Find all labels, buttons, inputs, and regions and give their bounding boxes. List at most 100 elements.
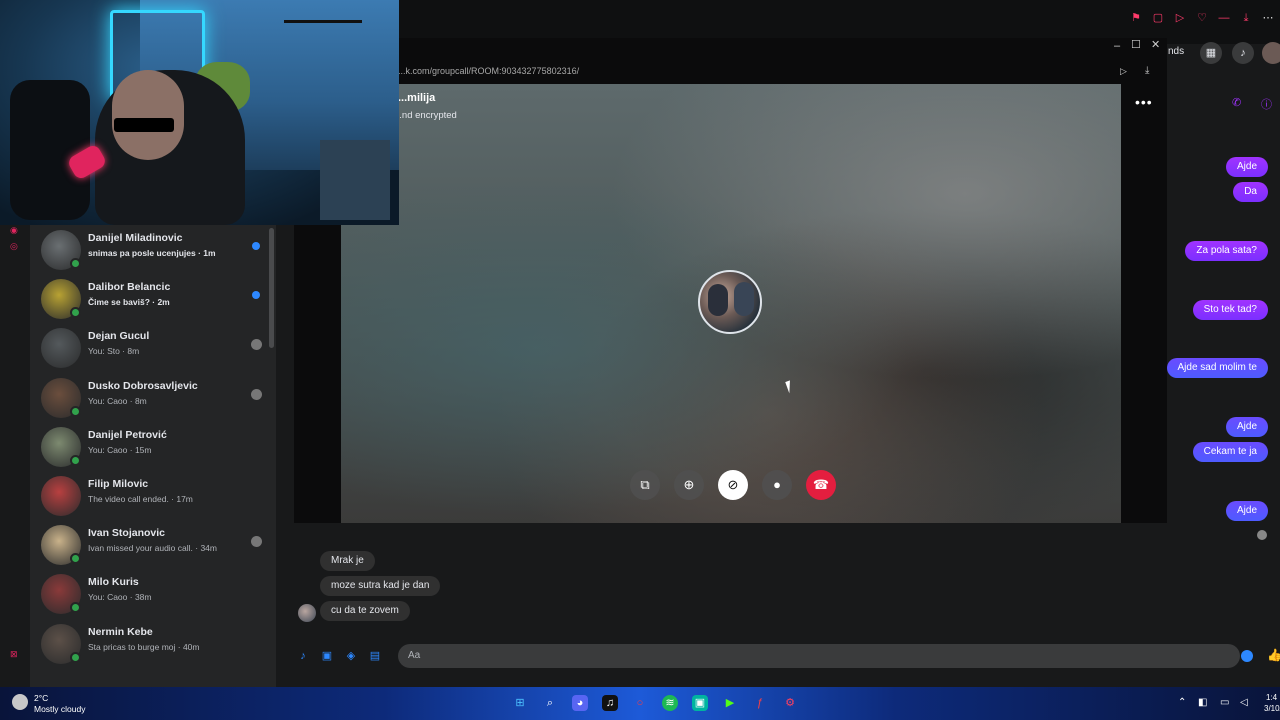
- close-icon[interactable]: ✕: [1151, 38, 1160, 51]
- chat-list-item[interactable]: Danijel Miladinovic snimas pa posle ucenj…: [38, 228, 270, 274]
- info-icon[interactable]: ⓘ: [1261, 96, 1272, 112]
- seen-avatar: [251, 339, 262, 351]
- call-url[interactable]: ...k.com/groupcall/ROOM:903432775802316/: [398, 66, 579, 76]
- clock-time[interactable]: 1:4: [1266, 693, 1277, 702]
- weather-icon[interactable]: [12, 694, 28, 710]
- chat-name: Filip Milovic: [88, 478, 149, 490]
- maximize-icon[interactable]: ☐: [1131, 38, 1141, 51]
- camera-off-button[interactable]: ⊘: [718, 470, 748, 500]
- play-icon[interactable]: ▷: [1174, 12, 1186, 24]
- chat-list-item[interactable]: Dusko Dobrosavljevic You: Caoo · 8m: [38, 376, 270, 422]
- chat-list-item[interactable]: Nermin Kebe Sta pricas to burge moj · 40m: [38, 622, 270, 668]
- app-icon[interactable]: ƒ: [752, 695, 768, 711]
- more-options-icon[interactable]: •••: [1135, 94, 1153, 110]
- outgoing-message: Da: [1233, 182, 1268, 202]
- window-icon[interactable]: ▢: [1152, 12, 1164, 24]
- avatar-figure: [734, 282, 754, 316]
- microphone-button[interactable]: ●: [762, 470, 792, 500]
- online-status-dot: [70, 553, 81, 565]
- message-composer: ♪ ▣ ◈ ▤ Aa 👍: [280, 640, 1280, 672]
- chat-preview: Čime se baviš? · 2m: [88, 297, 170, 308]
- weather-temperature[interactable]: 2°C: [34, 693, 48, 703]
- seen-avatar: [251, 388, 262, 400]
- kick-icon[interactable]: ▶: [722, 695, 738, 711]
- network-icon[interactable]: ◧: [1198, 697, 1207, 708]
- search-icon[interactable]: ⌕: [542, 695, 558, 711]
- chat-list-item[interactable]: Dalibor Belancic Čime se baviš? · 2m: [38, 277, 270, 323]
- gif-icon[interactable]: ▤: [368, 650, 382, 662]
- photo-icon[interactable]: ▣: [320, 650, 334, 662]
- side-icon[interactable]: ◎: [10, 241, 18, 252]
- tray-chevron-icon[interactable]: ⌃: [1178, 697, 1186, 708]
- popup-address-bar[interactable]: ...k.com/groupcall/ROOM:903432775802316/…: [294, 62, 1167, 82]
- chat-list-item[interactable]: Ivan Stojanovic Ivan missed your audio ca…: [38, 523, 270, 569]
- profile-avatar[interactable]: [1262, 42, 1280, 64]
- chat-name: Milo Kuris: [88, 576, 139, 589]
- start-icon[interactable]: ⊞: [512, 695, 528, 711]
- tiktok-icon[interactable]: ♫: [602, 695, 618, 711]
- add-person-button[interactable]: ⊕: [674, 470, 704, 500]
- chat-list: Danijel Miladinovic snimas pa posle ucenj…: [30, 225, 276, 687]
- minimize-icon[interactable]: –: [1114, 40, 1120, 52]
- online-status-dot: [70, 405, 81, 417]
- outgoing-message: Cekam te ja: [1192, 442, 1268, 462]
- play-icon[interactable]: ▷: [1120, 66, 1127, 77]
- chat-list-item[interactable]: Filip Milovic The video call ended. · 17m: [38, 474, 270, 520]
- chat-preview: The video call ended. · 17m: [88, 494, 193, 504]
- seen-indicator: [1257, 530, 1267, 540]
- bookmark-icon[interactable]: ⚑: [1130, 12, 1142, 24]
- display-icon[interactable]: ▭: [1220, 697, 1229, 708]
- chat-list-item[interactable]: Danijel Petrović You: Caoo · 15m: [38, 425, 270, 471]
- opera-icon[interactable]: ○: [632, 695, 648, 711]
- end-call-button[interactable]: ☎: [806, 470, 836, 500]
- phone-call-icon[interactable]: ✆: [1232, 96, 1241, 109]
- like-icon[interactable]: 👍: [1267, 648, 1280, 662]
- incoming-message: cu da te zovem: [320, 601, 410, 621]
- side-icon[interactable]: ◉: [10, 225, 18, 236]
- windows-taskbar: 2°C Mostly cloudy ⊞ ⌕ ◕ ♫ ○ ≋ ▣ ▶ ƒ ⚙ ⌃ …: [0, 687, 1280, 720]
- voice-clip-icon[interactable]: ♪: [296, 650, 310, 662]
- share-screen-button[interactable]: ⧉: [630, 470, 660, 500]
- discord-icon[interactable]: ◕: [572, 695, 588, 711]
- sticker-icon[interactable]: ◈: [344, 650, 358, 662]
- menu-icon[interactable]: ⋯: [1262, 12, 1274, 24]
- download-icon[interactable]: ⤓: [1145, 65, 1149, 76]
- weather-description[interactable]: Mostly cloudy: [34, 704, 86, 714]
- online-status-dot: [70, 258, 81, 269]
- chat-list-item[interactable]: Dejan Gucul You: Sto · 8m: [38, 326, 270, 372]
- heart-icon[interactable]: ♡: [1196, 12, 1208, 24]
- chat-name: Dalibor Belancic: [88, 281, 171, 294]
- chat-list-item[interactable]: Milo Kuris You: Caoo · 38m: [38, 572, 270, 618]
- spotify-icon[interactable]: ≋: [662, 695, 678, 711]
- side-icon[interactable]: ⊠: [10, 649, 18, 660]
- chat-preview: You: Caoo · 38m: [88, 592, 152, 603]
- message-input[interactable]: Aa: [398, 644, 1240, 668]
- settings-icon[interactable]: ⚙: [782, 695, 798, 711]
- chat-list-scrollbar[interactable]: [269, 228, 274, 348]
- webcam-sunglasses: [114, 118, 174, 132]
- notifications-icon[interactable]: ♪: [1232, 42, 1254, 64]
- call-controls: ⧉ ⊕ ⊘ ● ☎: [630, 470, 836, 500]
- apps-grid-icon[interactable]: ▦: [1200, 42, 1222, 64]
- line-icon: ―: [1218, 12, 1230, 24]
- online-status-dot: [70, 602, 81, 614]
- chat-avatar: [41, 476, 81, 516]
- emoji-icon[interactable]: [1241, 650, 1253, 662]
- app-icon[interactable]: ▣: [692, 695, 708, 711]
- chat-name: Danijel Miladinovic: [88, 232, 183, 244]
- screen: ⚑ ▢ ▷ ♡ ― ⤓ ⋯ ◉ ◎ ⊠ Danijel Miladinovic s…: [0, 0, 1280, 720]
- chat-name: Dusko Dobrosavljevic: [88, 379, 198, 392]
- online-status-dot: [70, 307, 81, 319]
- volume-icon[interactable]: ◁: [1240, 697, 1248, 708]
- download-icon[interactable]: ⤓: [1240, 12, 1252, 24]
- clock-date[interactable]: 3/10/: [1264, 704, 1280, 713]
- chat-name: Nermin Kebe: [88, 625, 153, 638]
- browser-toolbar-icons: ⚑ ▢ ▷ ♡ ― ⤓ ⋯: [1130, 12, 1274, 24]
- contact-avatar[interactable]: [298, 604, 316, 622]
- webcam-chair: [10, 80, 90, 220]
- unread-indicator: [252, 242, 260, 250]
- participant-avatar: [698, 270, 762, 334]
- webcam-shelf: [320, 140, 390, 220]
- header-partial-label: nds: [1168, 46, 1185, 57]
- chat-name: Ivan Stojanovic: [88, 527, 166, 540]
